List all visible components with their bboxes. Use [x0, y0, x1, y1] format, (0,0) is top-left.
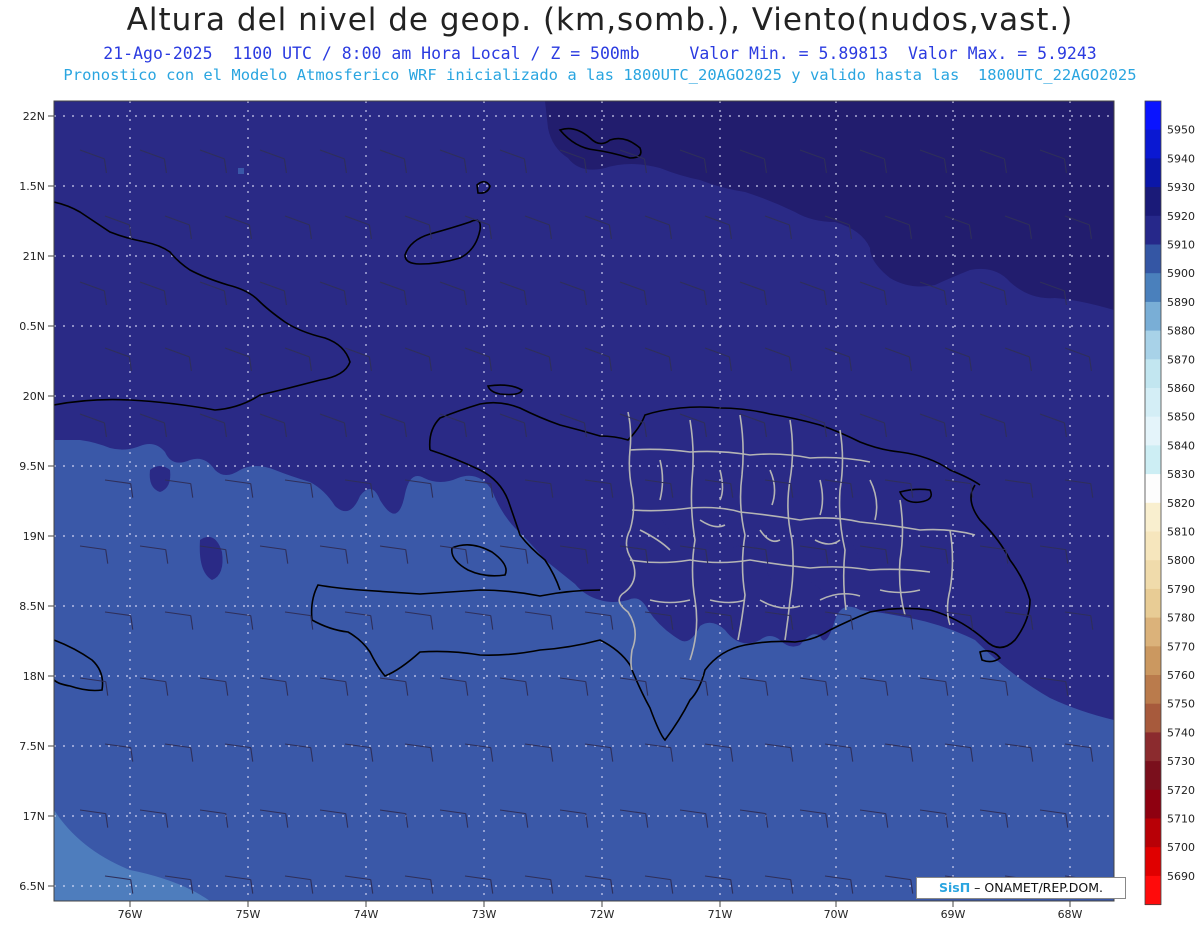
colorbar-swatch [1145, 789, 1161, 819]
colorbar-label: 5890 [1167, 296, 1195, 309]
field-speck [238, 168, 244, 174]
colorbar-label: 5940 [1167, 152, 1195, 165]
colorbar-label: 5740 [1167, 726, 1195, 739]
lon-label: 76W [118, 908, 143, 921]
sispi-logo: SisΠ [938, 880, 971, 895]
colorbar-label: 5880 [1167, 325, 1195, 338]
colorbar-swatch [1145, 502, 1161, 532]
lon-label: 69W [941, 908, 966, 921]
lat-label: 0.5N [19, 320, 45, 333]
lat-label: 19N [23, 530, 45, 543]
colorbar-label: 5720 [1167, 784, 1195, 797]
lat-label: 8.5N [19, 600, 45, 613]
colorbar-swatch [1145, 129, 1161, 159]
colorbar-label: 5900 [1167, 267, 1195, 280]
colorbar-label: 5750 [1167, 698, 1195, 711]
colorbar-label: 5780 [1167, 612, 1195, 625]
colorbar-swatch [1145, 847, 1161, 877]
colorbar-swatch [1145, 158, 1161, 188]
colorbar-swatch [1145, 732, 1161, 762]
colorbar-label: 5700 [1167, 841, 1195, 854]
colorbar-label: 5950 [1167, 124, 1195, 137]
colorbar-swatch [1145, 101, 1161, 131]
colorbar-label: 5920 [1167, 210, 1195, 223]
colorbar-swatch [1145, 244, 1161, 274]
longitude-labels: 76W 75W 74W 73W 72W 71W 70W 69W 68W [118, 901, 1083, 921]
colorbar-swatch [1145, 560, 1161, 590]
colorbar-label: 5850 [1167, 411, 1195, 424]
credit-box: SisΠ – ONAMET/REP.DOM. [916, 877, 1126, 899]
colorbar-swatch [1145, 703, 1161, 733]
latitude-labels: 22N 1.5N 21N 0.5N 20N 9.5N 19N 8.5N 18N 7.5N 17N 6.… [19, 110, 54, 893]
colorbar-swatch [1145, 818, 1161, 848]
colorbar-label: 5790 [1167, 583, 1195, 596]
date-text: 21-Ago-2025 [103, 44, 213, 63]
map-figure: 22N 1.5N 21N 0.5N 20N 9.5N 19N 8.5N 18N 7.5N 17N 6.… [19, 100, 1195, 921]
min-value: Valor Min. = 5.89813 [689, 44, 889, 63]
colorbar-label: 5810 [1167, 526, 1195, 539]
lat-label: 17N [23, 810, 45, 823]
lon-label: 73W [472, 908, 497, 921]
colorbar-swatch [1145, 301, 1161, 332]
colorbar-swatch [1145, 531, 1161, 561]
colorbar-label: 5710 [1167, 813, 1195, 826]
colorbar-label: 5730 [1167, 755, 1195, 768]
colorbar-label: 5860 [1167, 382, 1195, 395]
colorbar-label: 5760 [1167, 669, 1195, 682]
colorbar-swatch [1145, 416, 1161, 446]
colorbar-label: 5820 [1167, 497, 1195, 510]
lon-label: 70W [824, 908, 849, 921]
colorbar-swatch [1145, 761, 1161, 791]
colorbar-swatch [1145, 474, 1161, 504]
colorbar-swatch [1145, 445, 1161, 475]
lon-label: 72W [590, 908, 615, 921]
lat-label: 18N [23, 670, 45, 683]
valid-time-line: 21-Ago-2025 1100 UTC / 8:00 am Hora Loca… [0, 44, 1200, 63]
colorbar-swatch [1145, 588, 1161, 619]
colorbar-label: 5910 [1167, 239, 1195, 252]
colorbar-label: 5770 [1167, 640, 1195, 653]
time-text: 1100 UTC / 8:00 am Hora Local / Z = 500m… [232, 44, 640, 63]
forecast-line: Pronostico con el Modelo Atmosferico WRF… [63, 66, 1137, 84]
colorbar-label: 5930 [1167, 181, 1195, 194]
map-title: Altura del nivel de geop. (km,somb.), Vi… [126, 2, 1074, 38]
lon-label: 68W [1058, 908, 1083, 921]
colorbar: 5950 5940 5930 5920 5910 5900 5890 5880 5870 5860… [1144, 100, 1195, 906]
colorbar-swatch [1145, 215, 1161, 245]
lat-label: 21N [23, 250, 45, 263]
lat-label: 6.5N [19, 880, 45, 893]
geopotential-field [54, 101, 1114, 901]
credit-text: – ONAMET/REP.DOM. [974, 880, 1104, 895]
colorbar-swatch [1145, 330, 1161, 360]
lat-label: 9.5N [19, 460, 45, 473]
colorbar-label: 5830 [1167, 468, 1195, 481]
colorbar-swatch [1145, 187, 1161, 217]
lat-label: 20N [23, 390, 45, 403]
cuba-east-tip [54, 209, 55, 210]
max-value: Valor Max. = 5.9243 [907, 44, 1097, 63]
colorbar-swatch [1145, 646, 1161, 676]
colorbar-swatch [1145, 388, 1161, 418]
lat-label: 1.5N [19, 180, 45, 193]
colorbar-swatch [1145, 875, 1161, 906]
colorbar-swatch [1145, 273, 1161, 303]
colorbar-label: 5690 [1167, 870, 1195, 883]
lon-label: 71W [708, 908, 733, 921]
lon-label: 75W [236, 908, 261, 921]
lon-label: 74W [354, 908, 379, 921]
colorbar-label: 5840 [1167, 439, 1195, 452]
colorbar-swatch [1145, 359, 1161, 389]
colorbar-swatch [1145, 675, 1161, 705]
colorbar-label: 5870 [1167, 353, 1195, 366]
lat-label: 22N [23, 110, 45, 123]
colorbar-label: 5800 [1167, 554, 1195, 567]
colorbar-swatch [1145, 617, 1161, 647]
lat-label: 7.5N [19, 740, 45, 753]
